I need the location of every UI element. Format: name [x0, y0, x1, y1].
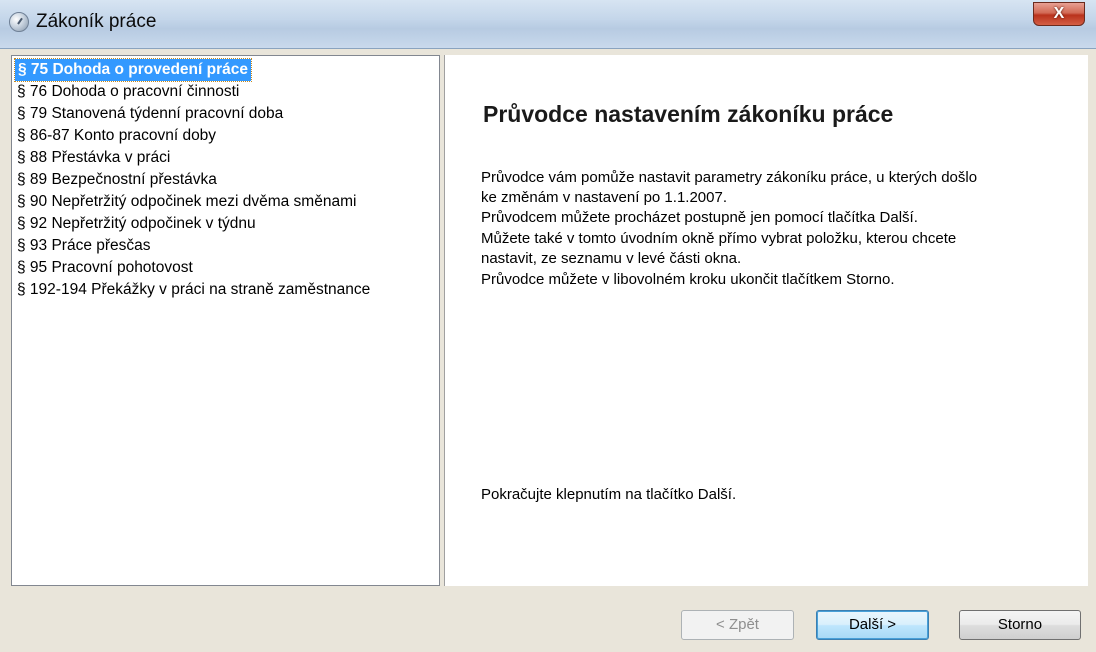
intro-line-4: Můžete také v tomto úvodním okně přímo v… [481, 230, 957, 247]
wizard-content-panel: Průvodce nastavením zákoníku práce Průvo… [444, 55, 1088, 586]
list-item-93[interactable]: § 93 Práce přesčas [17, 235, 151, 257]
list-item-90[interactable]: § 90 Nepřetržitý odpočinek mezi dvěma sm… [17, 191, 356, 213]
list-item-86-87[interactable]: § 86-87 Konto pracovní doby [17, 125, 216, 147]
section-list[interactable]: § 75 Dohoda o provedení práce § 76 Dohod… [11, 55, 440, 586]
intro-line-2: ke změnám v nastavení po 1.1.2007. [481, 189, 727, 206]
intro-line-6: Průvodce můžete v libovolném kroku ukonč… [481, 271, 895, 288]
window-title: Zákoník práce [36, 11, 157, 32]
back-button[interactable]: < Zpět [681, 610, 794, 640]
list-item-95[interactable]: § 95 Pracovní pohotovost [17, 257, 193, 279]
list-item-192-194[interactable]: § 192-194 Překážky v práci na straně zam… [17, 279, 370, 301]
list-item-92[interactable]: § 92 Nepřetržitý odpočinek v týdnu [17, 213, 256, 235]
list-item-89[interactable]: § 89 Bezpečnostní přestávka [17, 169, 217, 191]
continue-hint: Pokračujte klepnutím na tlačítko Další. [481, 486, 737, 503]
title-bar: Zákoník práce X [0, 0, 1096, 49]
list-item-75[interactable]: § 75 Dohoda o provedení práce [14, 58, 252, 82]
list-item-88[interactable]: § 88 Přestávka v práci [17, 147, 170, 169]
cancel-button[interactable]: Storno [959, 610, 1081, 640]
next-button[interactable]: Další > [816, 610, 929, 640]
close-button[interactable]: X [1033, 2, 1085, 26]
list-item-79[interactable]: § 79 Stanovená týdenní pracovní doba [17, 103, 283, 125]
intro-line-5: nastavit, ze seznamu v levé části okna. [481, 250, 742, 267]
intro-line-1: Průvodce vám pomůže nastavit parametry z… [481, 169, 978, 186]
list-item-76[interactable]: § 76 Dohoda o pracovní činnosti [17, 81, 239, 103]
app-clock-icon [9, 12, 29, 32]
wizard-heading: Průvodce nastavením zákoníku práce [483, 101, 894, 127]
intro-line-3: Průvodcem můžete procházet postupně jen … [481, 209, 918, 226]
